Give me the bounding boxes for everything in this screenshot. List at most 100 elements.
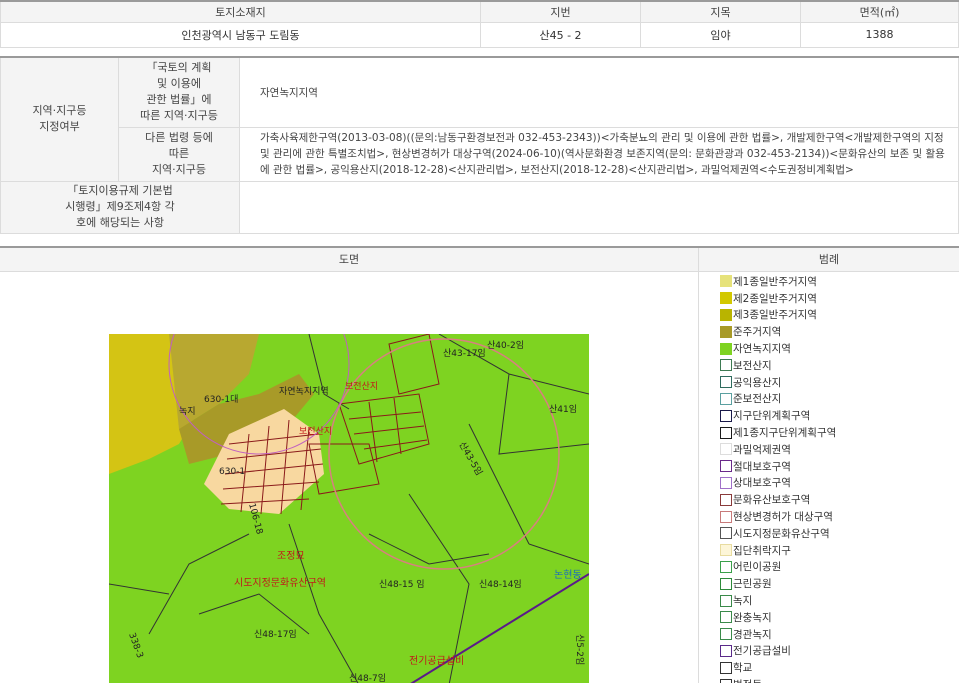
- map-label: 신48-15 임: [379, 578, 425, 590]
- map-label: 논현동: [554, 569, 582, 581]
- map-label: 시도지정문화유산구역: [234, 577, 326, 589]
- legend-item: 상대보호구역: [720, 475, 836, 492]
- legend-item: 경관녹지: [720, 626, 836, 643]
- legend-swatch: [720, 544, 732, 557]
- map-section: 도면 범례 산40-2임 산43-17임 산41임 630-1대 자연녹지지역 …: [0, 246, 959, 683]
- legend-swatch: [720, 678, 732, 683]
- legend-item: 절대보호구역: [720, 458, 836, 475]
- legend-label: 절대보호구역: [733, 460, 791, 473]
- legend-item: 공익용산지: [720, 374, 836, 391]
- legend-item: 제1종일반주거지역: [720, 273, 836, 290]
- map-pane: 산40-2임 산43-17임 산41임 630-1대 자연녹지지역 보전산지 신…: [0, 272, 699, 683]
- legend-label: 시도지정문화유산구역: [733, 527, 830, 540]
- legend-swatch: [720, 611, 732, 624]
- legend-label: 전기공급설비: [733, 645, 791, 658]
- map-label: 신48-7임: [349, 672, 386, 683]
- map-label: 산43-17임: [443, 347, 486, 359]
- legend-item: 제2종일반주거지역: [720, 290, 836, 307]
- legend-swatch: [720, 275, 732, 288]
- land-location-header: 토지소재지: [0, 0, 481, 23]
- legend-item: 녹지: [720, 592, 836, 609]
- legend-label: 공익용산지: [733, 376, 782, 389]
- legend-swatch: [720, 661, 732, 674]
- other-laws-label: 다른 법령 등에 따른 지역·지구등: [118, 126, 240, 182]
- enforcement-label: 「토지이용규제 기본법 시행령」제9조제4항 각 호에 해당되는 사항: [0, 180, 240, 234]
- legend-item: 과밀억제권역: [720, 441, 836, 458]
- legend-label: 과밀억제권역: [733, 443, 791, 456]
- other-laws-value: 가축사육제한구역(2013-03-08)((문의:남동구환경보전과 032-45…: [239, 126, 959, 182]
- legend-label: 제2종일반주거지역: [733, 292, 817, 305]
- legend-swatch: [720, 376, 732, 389]
- map-label: 630-1: [219, 467, 245, 477]
- legend-item: 완충녹지: [720, 609, 836, 626]
- legend-label: 문화유산보호구역: [733, 494, 811, 507]
- lot-number-value: 산45 - 2: [480, 21, 641, 48]
- legend-swatch: [720, 426, 732, 439]
- legend-item: 어린이공원: [720, 559, 836, 576]
- map-label: 산41임: [549, 403, 577, 415]
- map-label: 자연녹지지역: [279, 386, 329, 397]
- map-label: 녹지: [179, 406, 196, 417]
- legend-label: 집단취락지구: [733, 544, 791, 557]
- legend-label: 준주거지역: [733, 326, 782, 339]
- legend-swatch: [720, 628, 732, 641]
- legend-item: 지구단위계획구역: [720, 407, 836, 424]
- map-label: 보전산지: [345, 381, 378, 392]
- legend-item: 현상변경허가 대상구역: [720, 508, 836, 525]
- legend-swatch: [720, 392, 732, 405]
- legend-label: 법정동: [733, 677, 762, 683]
- legend-swatch: [720, 443, 732, 456]
- legend-label: 상대보호구역: [733, 477, 791, 490]
- map-label: 신48-14임: [479, 578, 522, 590]
- legend-swatch: [720, 359, 732, 372]
- legend-label: 지구단위계획구역: [733, 410, 811, 423]
- map-label: 신5-2임: [574, 634, 586, 665]
- legend-item: 자연녹지지역: [720, 340, 836, 357]
- legend-item: 법정동: [720, 676, 836, 683]
- enforcement-value: [239, 180, 959, 234]
- legend-swatch: [720, 476, 732, 489]
- national-plan-value: 자연녹지지역: [239, 56, 959, 128]
- legend-item: 보전산지: [720, 357, 836, 374]
- legend-swatch: [720, 493, 732, 506]
- legend-item: 학교: [720, 659, 836, 676]
- legend-label: 근린공원: [733, 578, 772, 591]
- legend-item: 준보전산지: [720, 391, 836, 408]
- area-header: 면적(㎡): [800, 0, 959, 23]
- zoning-table: 지역·지구등 지정여부 「국토의 계획 및 이용에 관한 법률」에 따른 지역·…: [0, 56, 959, 234]
- legend-item: 집단취락지구: [720, 542, 836, 559]
- map-label: 조정묘: [277, 550, 305, 562]
- legend-swatch: [720, 510, 732, 523]
- legend-label: 제3종일반주거지역: [733, 309, 817, 322]
- legend-label: 어린이공원: [733, 561, 782, 574]
- legend-list: 제1종일반주거지역제2종일반주거지역제3종일반주거지역준주거지역 자연녹지지역보전…: [720, 273, 836, 683]
- land-use-map[interactable]: 산40-2임 산43-17임 산41임 630-1대 자연녹지지역 보전산지 신…: [109, 334, 589, 683]
- legend-label: 녹지: [733, 595, 753, 608]
- legend-swatch: [720, 292, 732, 305]
- legend-swatch: [720, 409, 732, 422]
- legend-label: 완충녹지: [733, 611, 772, 624]
- land-category-header: 지목: [640, 0, 801, 23]
- legend-label: 현상변경허가 대상구역: [733, 511, 833, 524]
- legend-label: 보전산지: [733, 359, 772, 372]
- map-label: 신48-17임: [254, 628, 297, 640]
- lot-number-header: 지번: [480, 0, 641, 23]
- legend-swatch: [720, 460, 732, 473]
- legend-label: 준보전산지: [733, 393, 782, 406]
- legend-label: 학교: [733, 662, 753, 675]
- legend-swatch: [720, 560, 732, 573]
- legend-label: 제1종일반주거지역: [733, 275, 817, 288]
- zoning-row-header: 지역·지구등 지정여부: [0, 56, 119, 182]
- legend-item: 제1종지구단위계획구역: [720, 424, 836, 441]
- legend-item: 제3종일반주거지역: [720, 307, 836, 324]
- legend-header: 범례: [699, 248, 959, 272]
- map-label: 전기공급설비: [409, 655, 464, 667]
- legend-label: 제1종지구단위계획구역: [733, 427, 837, 440]
- legend-swatch: [720, 308, 732, 321]
- national-plan-label: 「국토의 계획 및 이용에 관한 법률」에 따른 지역·지구등: [118, 56, 240, 128]
- legend-item: 시도지정문화유산구역: [720, 525, 836, 542]
- legend-item: 준주거지역: [720, 323, 836, 340]
- legend-swatch: [720, 342, 732, 355]
- legend-swatch: [720, 644, 732, 657]
- land-location-value: 인천광역시 남동구 도림동: [0, 21, 481, 48]
